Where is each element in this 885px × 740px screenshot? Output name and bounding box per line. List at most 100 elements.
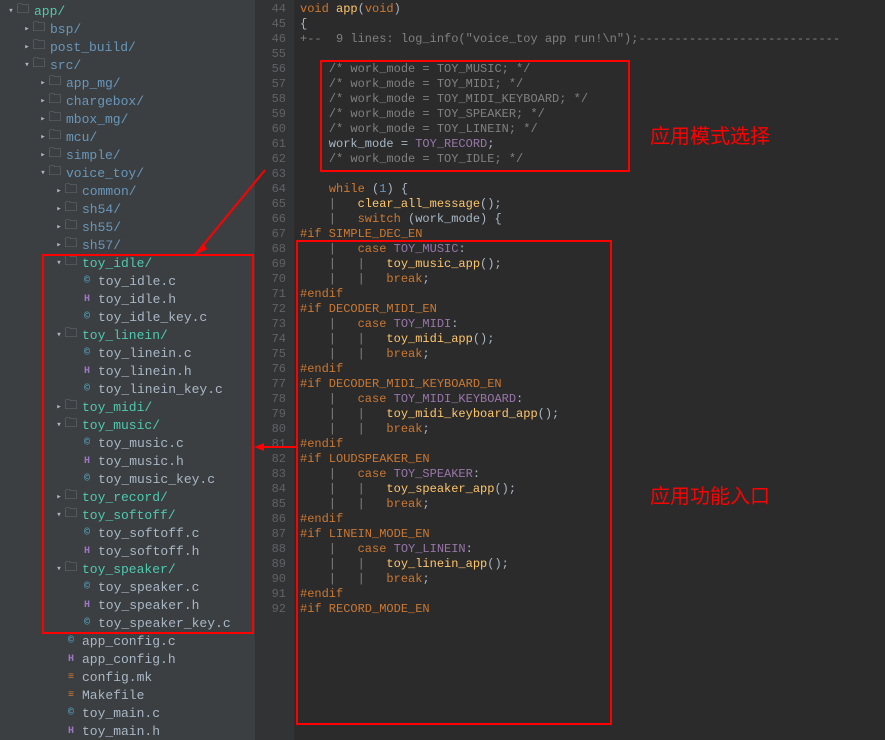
expand-arrow-icon[interactable]: ▸ [38, 114, 48, 124]
code-line[interactable]: /* work_mode = TOY_MUSIC; */ [300, 62, 885, 77]
tree-item[interactable]: ©app_config.c [0, 632, 255, 650]
code-line[interactable]: | case TOY_MUSIC: [300, 242, 885, 257]
code-line[interactable]: | case TOY_SPEAKER: [300, 467, 885, 482]
tree-item[interactable]: Htoy_idle.h [0, 290, 255, 308]
code-line[interactable]: #if DECODER_MIDI_EN [300, 302, 885, 317]
file-tree-sidebar[interactable]: ▾🗀app/▸🗀bsp/▸🗀post_build/▾🗀src/▸🗀app_mg/… [0, 0, 256, 740]
tree-item[interactable]: ▸🗀mbox_mg/ [0, 110, 255, 128]
expand-arrow-icon[interactable]: ▸ [54, 402, 64, 412]
expand-arrow-icon[interactable]: ▾ [54, 258, 64, 268]
code-line[interactable]: #endif [300, 587, 885, 602]
tree-item[interactable]: ©toy_idle.c [0, 272, 255, 290]
tree-item[interactable]: ▸🗀mcu/ [0, 128, 255, 146]
expand-arrow-icon[interactable]: ▾ [54, 564, 64, 574]
code-line[interactable]: | | break; [300, 497, 885, 512]
tree-item[interactable]: ▾🗀toy_speaker/ [0, 560, 255, 578]
tree-item[interactable]: Htoy_softoff.h [0, 542, 255, 560]
expand-arrow-icon[interactable]: ▸ [54, 492, 64, 502]
tree-item[interactable]: ©toy_speaker_key.c [0, 614, 255, 632]
code-line[interactable]: /* work_mode = TOY_SPEAKER; */ [300, 107, 885, 122]
code-line[interactable]: | case TOY_MIDI_KEYBOARD: [300, 392, 885, 407]
expand-arrow-icon[interactable]: ▸ [54, 240, 64, 250]
code-line[interactable] [300, 47, 885, 62]
tree-item[interactable]: ©toy_idle_key.c [0, 308, 255, 326]
expand-arrow-icon[interactable]: ▸ [22, 24, 32, 34]
code-line[interactable]: /* work_mode = TOY_IDLE; */ [300, 152, 885, 167]
tree-item[interactable]: Htoy_linein.h [0, 362, 255, 380]
tree-item[interactable]: ▸🗀sh57/ [0, 236, 255, 254]
tree-item[interactable]: ©toy_softoff.c [0, 524, 255, 542]
tree-item[interactable]: ▸🗀toy_midi/ [0, 398, 255, 416]
tree-item[interactable]: ©toy_linein_key.c [0, 380, 255, 398]
code-line[interactable]: | | break; [300, 272, 885, 287]
expand-arrow-icon[interactable]: ▸ [54, 204, 64, 214]
code-line[interactable]: /* work_mode = TOY_LINEIN; */ [300, 122, 885, 137]
tree-item[interactable]: ©toy_music.c [0, 434, 255, 452]
tree-item[interactable]: ▾🗀voice_toy/ [0, 164, 255, 182]
code-line[interactable]: void app(void) [300, 2, 885, 17]
expand-arrow-icon[interactable]: ▸ [54, 186, 64, 196]
tree-item[interactable]: ▸🗀common/ [0, 182, 255, 200]
expand-arrow-icon[interactable]: ▸ [38, 78, 48, 88]
tree-item[interactable]: ▸🗀simple/ [0, 146, 255, 164]
tree-item[interactable]: ©toy_linein.c [0, 344, 255, 362]
code-line[interactable] [300, 167, 885, 182]
tree-item[interactable]: ▸🗀toy_record/ [0, 488, 255, 506]
tree-item[interactable]: ▾🗀toy_linein/ [0, 326, 255, 344]
code-line[interactable]: | switch (work_mode) { [300, 212, 885, 227]
tree-item[interactable]: ▾🗀toy_music/ [0, 416, 255, 434]
tree-item[interactable]: ▾🗀src/ [0, 56, 255, 74]
expand-arrow-icon[interactable]: ▸ [38, 96, 48, 106]
code-line[interactable]: /* work_mode = TOY_MIDI_KEYBOARD; */ [300, 92, 885, 107]
code-line[interactable]: | | toy_midi_keyboard_app(); [300, 407, 885, 422]
tree-item[interactable]: ▾🗀toy_idle/ [0, 254, 255, 272]
code-line[interactable]: #if SIMPLE_DEC_EN [300, 227, 885, 242]
tree-item[interactable]: ©toy_speaker.c [0, 578, 255, 596]
code-line[interactable]: | case TOY_LINEIN: [300, 542, 885, 557]
tree-item[interactable]: ▸🗀sh54/ [0, 200, 255, 218]
code-editor[interactable]: 4445465556575859606162636465666768697071… [256, 0, 885, 740]
code-line[interactable]: #endif [300, 512, 885, 527]
code-line[interactable]: | | toy_midi_app(); [300, 332, 885, 347]
code-line[interactable]: /* work_mode = TOY_MIDI; */ [300, 77, 885, 92]
code-line[interactable]: { [300, 17, 885, 32]
expand-arrow-icon[interactable]: ▾ [54, 420, 64, 430]
code-line[interactable]: +-- 9 lines: log_info("voice_toy app run… [300, 32, 885, 47]
tree-item[interactable]: ▸🗀sh55/ [0, 218, 255, 236]
code-line[interactable]: while (1) { [300, 182, 885, 197]
expand-arrow-icon[interactable]: ▸ [22, 42, 32, 52]
tree-item[interactable]: ▾🗀toy_softoff/ [0, 506, 255, 524]
expand-arrow-icon[interactable]: ▸ [54, 222, 64, 232]
expand-arrow-icon[interactable]: ▸ [38, 132, 48, 142]
expand-arrow-icon[interactable]: ▾ [54, 330, 64, 340]
expand-arrow-icon[interactable]: ▾ [54, 510, 64, 520]
expand-arrow-icon[interactable]: ▾ [38, 168, 48, 178]
code-line[interactable]: #if DECODER_MIDI_KEYBOARD_EN [300, 377, 885, 392]
tree-item[interactable]: ▸🗀chargebox/ [0, 92, 255, 110]
tree-item[interactable]: ▸🗀app_mg/ [0, 74, 255, 92]
code-line[interactable]: #if LINEIN_MODE_EN [300, 527, 885, 542]
tree-item[interactable]: Htoy_music.h [0, 452, 255, 470]
code-line[interactable]: #if RECORD_MODE_EN [300, 602, 885, 617]
expand-arrow-icon[interactable]: ▾ [22, 60, 32, 70]
tree-item[interactable]: ≡Makefile [0, 686, 255, 704]
code-line[interactable]: work_mode = TOY_RECORD; [300, 137, 885, 152]
code-line[interactable]: #endif [300, 362, 885, 377]
tree-item[interactable]: ≡config.mk [0, 668, 255, 686]
code-line[interactable]: | | break; [300, 347, 885, 362]
code-line[interactable]: | | break; [300, 572, 885, 587]
code-line[interactable]: #if LOUDSPEAKER_EN [300, 452, 885, 467]
code-line[interactable]: #endif [300, 287, 885, 302]
expand-arrow-icon[interactable]: ▸ [38, 150, 48, 160]
code-line[interactable]: | | toy_linein_app(); [300, 557, 885, 572]
tree-item[interactable]: Happ_config.h [0, 650, 255, 668]
code-line[interactable]: | | break; [300, 422, 885, 437]
code-content[interactable]: void app(void){+-- 9 lines: log_info("vo… [294, 0, 885, 740]
code-line[interactable]: | | toy_music_app(); [300, 257, 885, 272]
expand-arrow-icon[interactable]: ▾ [6, 6, 16, 16]
code-line[interactable]: | clear_all_message(); [300, 197, 885, 212]
code-line[interactable]: | | toy_speaker_app(); [300, 482, 885, 497]
tree-item[interactable]: Htoy_main.h [0, 722, 255, 740]
tree-item[interactable]: ©toy_music_key.c [0, 470, 255, 488]
tree-item[interactable]: Htoy_speaker.h [0, 596, 255, 614]
